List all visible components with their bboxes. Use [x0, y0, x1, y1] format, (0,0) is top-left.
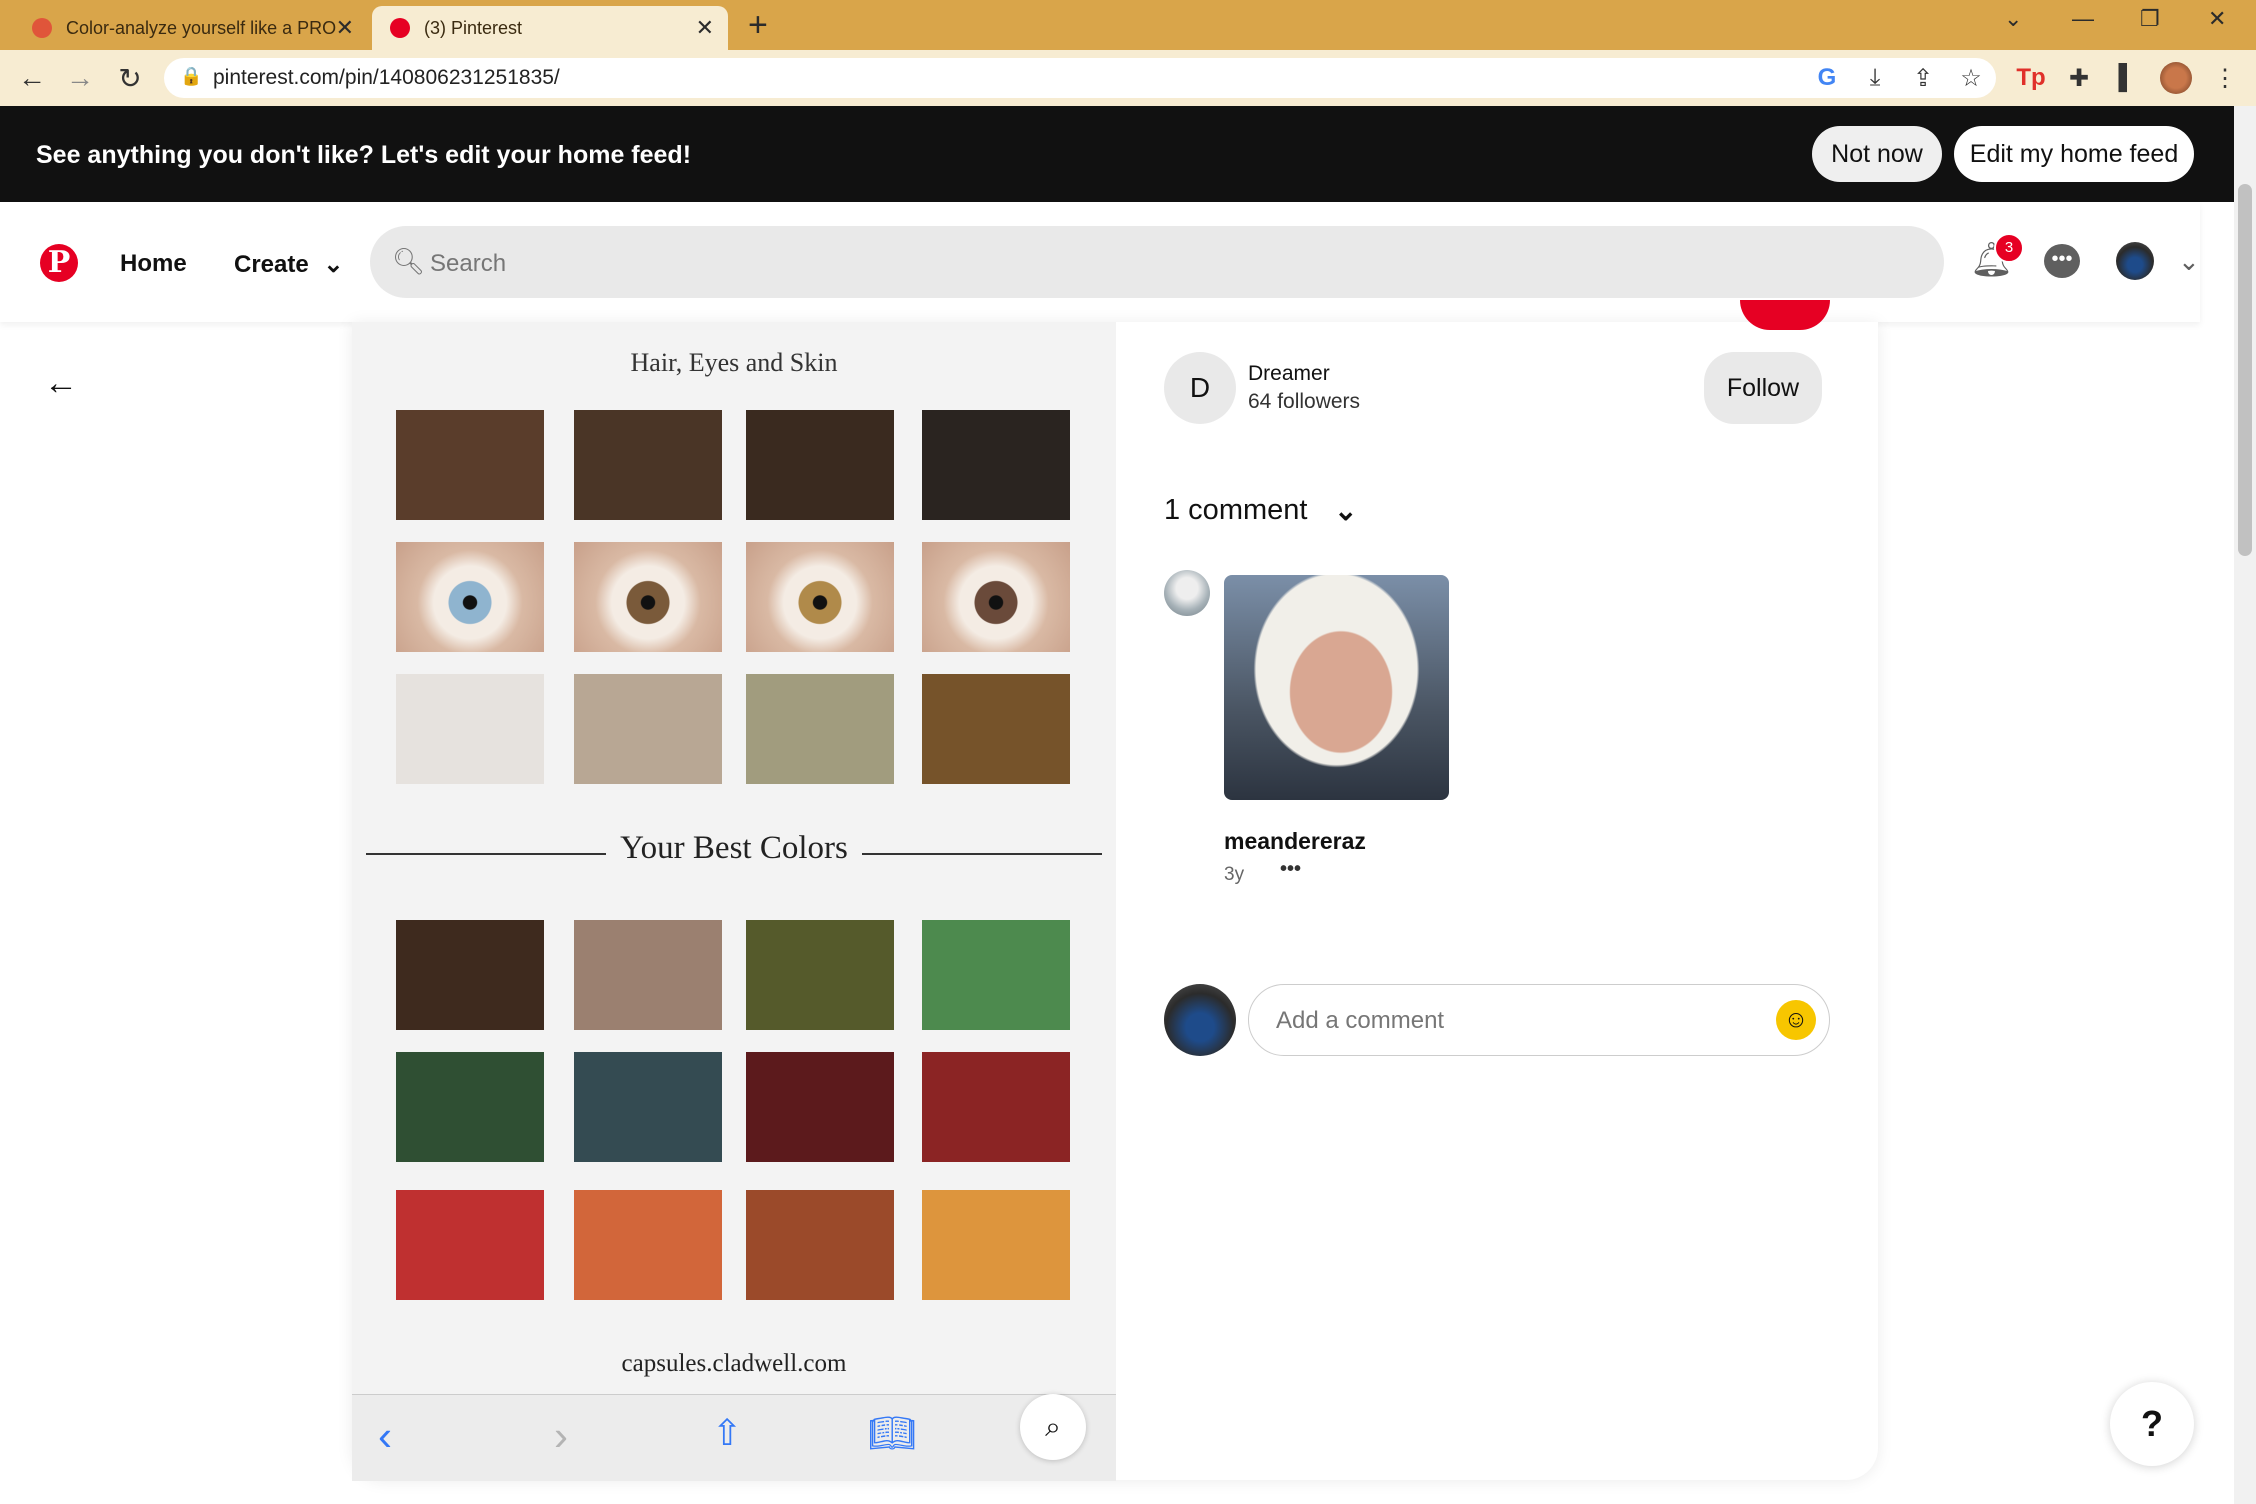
chevron-down-icon: ⌄: [323, 251, 344, 278]
notification-count-badge: 3: [1994, 233, 2024, 263]
install-icon[interactable]: ⤓: [1860, 64, 1890, 92]
nav-create-label: Create: [234, 251, 309, 278]
new-tab-button[interactable]: +: [748, 6, 768, 45]
scrollbar-thumb[interactable]: [2238, 184, 2252, 556]
profile-avatar[interactable]: [2116, 242, 2154, 280]
extensions-puzzle-icon[interactable]: ✚: [2064, 64, 2094, 93]
lock-icon: 🔒: [180, 66, 203, 86]
my-avatar: [1164, 984, 1236, 1056]
hair-swatch: [746, 410, 894, 520]
best-color-swatch: [396, 1190, 544, 1300]
share-icon[interactable]: ⇪: [1908, 64, 1938, 93]
author-avatar[interactable]: D: [1164, 352, 1236, 424]
best-color-swatch: [922, 920, 1070, 1030]
bookmark-star-icon[interactable]: ☆: [1956, 64, 1986, 93]
follow-button[interactable]: Follow: [1704, 352, 1822, 424]
tab-title: Color-analyze yourself like a PRO: [66, 17, 337, 38]
banner-text: See anything you don't like? Let's edit …: [36, 141, 692, 169]
skin-swatch: [922, 674, 1070, 784]
author-followers: 64 followers: [1248, 390, 1361, 413]
comment-more-icon[interactable]: •••: [1280, 858, 1301, 881]
best-color-swatch: [746, 1190, 894, 1300]
commenter-avatar[interactable]: [1164, 570, 1210, 616]
pin-caption: Hair, Eyes and Skin: [630, 348, 838, 377]
skin-swatch: [746, 674, 894, 784]
forward-icon[interactable]: →: [62, 62, 98, 94]
hair-swatch: [396, 410, 544, 520]
back-icon[interactable]: ←: [14, 62, 50, 94]
tab-search-icon[interactable]: ⌄: [2004, 6, 2022, 32]
best-color-swatch: [922, 1190, 1070, 1300]
comment-timestamp: 3y: [1224, 864, 1245, 885]
tab-pinterest[interactable]: (3) Pinterest ✕: [372, 6, 728, 50]
best-color-swatch: [746, 920, 894, 1030]
author-name[interactable]: Dreamer: [1248, 362, 1330, 386]
skin-swatch: [396, 674, 544, 784]
eye-swatch: [922, 542, 1070, 652]
reload-icon[interactable]: ↻: [112, 62, 148, 95]
best-color-swatch: [574, 1052, 722, 1162]
best-color-swatch: [922, 1052, 1070, 1162]
nav-home[interactable]: Home: [120, 250, 187, 278]
safari-back-icon: ‹: [378, 1412, 392, 1459]
eye-swatch: [574, 542, 722, 652]
best-colors-title: Your Best Colors: [620, 830, 848, 866]
extension-tp-icon[interactable]: Tp: [2016, 64, 2046, 92]
search-input[interactable]: Search: [430, 250, 506, 278]
best-color-swatch: [574, 920, 722, 1030]
side-panel-icon[interactable]: ▌: [2112, 64, 2142, 92]
skin-swatch: [574, 674, 722, 784]
pin-source: capsules.cladwell.com: [621, 1350, 847, 1377]
tab-color-analyze[interactable]: Color-analyze yourself like a PRO ✕: [14, 6, 368, 50]
help-button[interactable]: ?: [2110, 1382, 2194, 1466]
chevron-down-icon[interactable]: ⌄: [1334, 494, 1357, 527]
browser-menu-icon[interactable]: ⋮: [2210, 64, 2240, 93]
pinterest-favicon-icon: [390, 18, 410, 38]
tab-title: (3) Pinterest: [424, 17, 523, 38]
pinterest-logo-icon[interactable]: P: [40, 244, 78, 282]
search-icon: 🔍︎: [392, 246, 426, 276]
best-color-swatch: [396, 920, 544, 1030]
accounts-chevron-icon[interactable]: ⌄: [2178, 246, 2200, 277]
nav-create[interactable]: Create ⌄: [234, 250, 344, 279]
google-icon[interactable]: G: [1812, 64, 1842, 92]
eye-swatch: [746, 542, 894, 652]
not-now-button[interactable]: Not now: [1812, 126, 1942, 182]
emoji-picker-icon[interactable]: ☺: [1776, 1000, 1816, 1040]
eye-swatch: [396, 542, 544, 652]
visual-search-icon[interactable]: ⌕: [1020, 1394, 1086, 1460]
best-color-swatch: [396, 1052, 544, 1162]
hair-swatch: [574, 410, 722, 520]
profile-avatar-icon[interactable]: [2160, 62, 2192, 94]
close-tab-icon[interactable]: ✕: [696, 15, 714, 41]
hair-swatch: [922, 410, 1070, 520]
tab-favicon-icon: [32, 18, 52, 38]
comments-heading[interactable]: 1 comment: [1164, 494, 1307, 527]
close-tab-icon[interactable]: ✕: [336, 15, 354, 41]
edit-home-feed-button[interactable]: Edit my home feed: [1954, 126, 2194, 182]
best-color-swatch: [746, 1052, 894, 1162]
url-text[interactable]: pinterest.com/pin/140806231251835/: [213, 66, 560, 90]
back-arrow-icon[interactable]: ←: [44, 364, 78, 403]
safari-share-icon: ⇧: [712, 1412, 743, 1453]
best-color-swatch: [574, 1190, 722, 1300]
minimize-icon[interactable]: —: [2072, 6, 2094, 32]
safari-bookmarks-icon: 📖︎: [868, 1413, 917, 1455]
comment-photo[interactable]: [1224, 575, 1449, 800]
restore-icon[interactable]: ❐: [2140, 6, 2160, 32]
comment-username[interactable]: meandereraz: [1224, 828, 1366, 855]
close-window-icon[interactable]: ✕: [2208, 6, 2226, 32]
messages-icon[interactable]: •••: [2044, 244, 2080, 278]
safari-forward-icon: ›: [554, 1412, 568, 1459]
search-bar[interactable]: [370, 226, 1944, 298]
add-comment-placeholder: Add a comment: [1276, 1007, 1445, 1034]
